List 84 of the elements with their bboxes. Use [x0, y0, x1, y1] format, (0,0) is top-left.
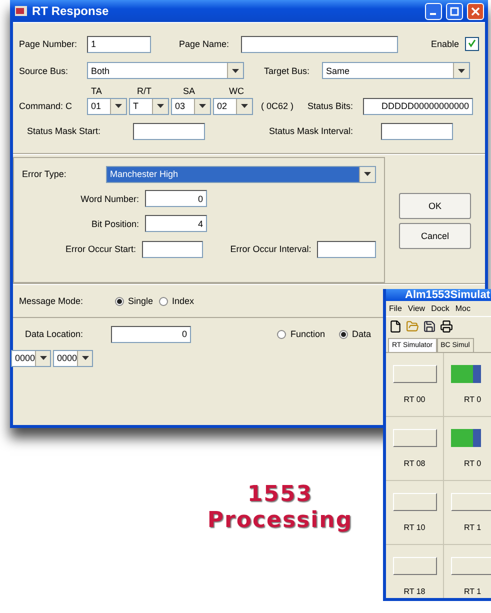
- save-icon[interactable]: [423, 320, 436, 333]
- minimize-button[interactable]: [425, 2, 442, 20]
- dialog-button[interactable]: OK: [399, 193, 471, 219]
- dropdown[interactable]: 01: [87, 98, 127, 114]
- field-label: Error Occur Start:: [64, 244, 136, 254]
- radio-button[interactable]: Index: [159, 296, 194, 306]
- menu-item[interactable]: Moc: [452, 301, 474, 316]
- rt-label: RT 18: [404, 587, 426, 596]
- dropdown[interactable]: 02: [213, 98, 253, 114]
- field-label: Page Number:: [19, 39, 78, 49]
- column-label: WC: [228, 86, 245, 96]
- radio-dot-icon[interactable]: [115, 296, 124, 306]
- text-field[interactable]: [133, 122, 205, 140]
- field-label: Status Mask Start:: [27, 126, 102, 136]
- dropdown[interactable]: 0000: [11, 350, 51, 366]
- window-title: RT Response: [32, 4, 110, 18]
- dropdown[interactable]: Manchester High: [106, 166, 376, 182]
- field-label: Status Mask Interval:: [269, 126, 354, 136]
- checkbox[interactable]: [465, 37, 479, 51]
- field-label: Status Bits:: [308, 101, 354, 111]
- close-icon: [471, 6, 480, 16]
- rt-label: RT 1: [464, 587, 482, 596]
- caption-text: 1553: [247, 482, 313, 508]
- rt-label: RT 10: [404, 523, 426, 532]
- rt-label: RT 1: [464, 523, 482, 532]
- text-field[interactable]: 0: [145, 190, 207, 207]
- folder-icon[interactable]: [406, 320, 419, 333]
- maximize-icon: [450, 6, 459, 16]
- field-label: Data Location:: [25, 329, 84, 339]
- minimize-icon: [430, 13, 436, 15]
- field-label: Error Occur Interval:: [230, 244, 312, 254]
- field-label: Error Type:: [22, 169, 68, 179]
- text-field[interactable]: 1: [87, 36, 151, 52]
- column-label: R/T: [136, 86, 152, 96]
- radio-dot-icon[interactable]: [277, 330, 286, 338]
- dropdown[interactable]: 03: [171, 98, 211, 114]
- radio-button[interactable]: Function: [277, 329, 325, 339]
- rt-button[interactable]: [392, 557, 436, 575]
- close-button[interactable]: [467, 2, 484, 20]
- rt-button[interactable]: [450, 493, 491, 511]
- radio-dot-icon[interactable]: [338, 330, 348, 338]
- menu-item[interactable]: Dock: [428, 301, 452, 316]
- radio-button[interactable]: Single: [115, 296, 154, 306]
- menu-item[interactable]: View: [404, 301, 428, 316]
- dropdown[interactable]: Same: [322, 62, 470, 79]
- text-field[interactable]: 4: [145, 215, 207, 232]
- rt-button[interactable]: [450, 557, 491, 575]
- rt-button[interactable]: [392, 493, 436, 511]
- field-label: Bit Position:: [90, 218, 139, 228]
- radio-dot-icon[interactable]: [159, 296, 168, 306]
- dialog-button[interactable]: Cancel: [399, 223, 471, 249]
- text-field[interactable]: 0: [111, 326, 191, 342]
- maximize-button[interactable]: [446, 2, 463, 20]
- field-label: Target Bus:: [264, 66, 311, 76]
- field-label: Message Mode:: [19, 296, 84, 306]
- radio-button[interactable]: Data: [338, 329, 371, 339]
- text-field[interactable]: [381, 122, 453, 140]
- field-label: ( 0C62 ): [261, 101, 294, 111]
- caption-text: Processing: [207, 508, 353, 534]
- window-title: Alm1553Simulat: [386, 289, 491, 301]
- dropdown[interactable]: 0000: [53, 350, 93, 366]
- dropdown[interactable]: Both: [87, 62, 244, 79]
- rt-button[interactable]: [392, 429, 436, 447]
- rt-label: RT 0: [464, 459, 482, 468]
- rt-label: RT 00: [404, 395, 426, 404]
- field-label: Source Bus:: [19, 66, 70, 76]
- field-label: Word Number:: [80, 194, 139, 204]
- new-file-icon[interactable]: [389, 320, 402, 333]
- field-label: Page Name:: [179, 39, 230, 49]
- text-field[interactable]: [241, 36, 398, 52]
- menu-item[interactable]: File: [386, 301, 405, 316]
- field-label: Command: C: [19, 101, 74, 111]
- text-field[interactable]: [142, 240, 203, 258]
- rt-label: RT 08: [404, 459, 426, 468]
- app-icon: [14, 4, 28, 18]
- column-label: TA: [90, 86, 103, 96]
- text-field[interactable]: DDDDD00000000000: [363, 98, 474, 114]
- printer-icon[interactable]: [440, 320, 453, 333]
- dropdown[interactable]: T: [129, 98, 169, 114]
- column-label: SA: [182, 86, 196, 96]
- rt-button[interactable]: [392, 365, 436, 383]
- text-field[interactable]: [317, 240, 376, 258]
- rt-label: RT 0: [464, 395, 482, 404]
- field-label: Enable: [430, 39, 459, 49]
